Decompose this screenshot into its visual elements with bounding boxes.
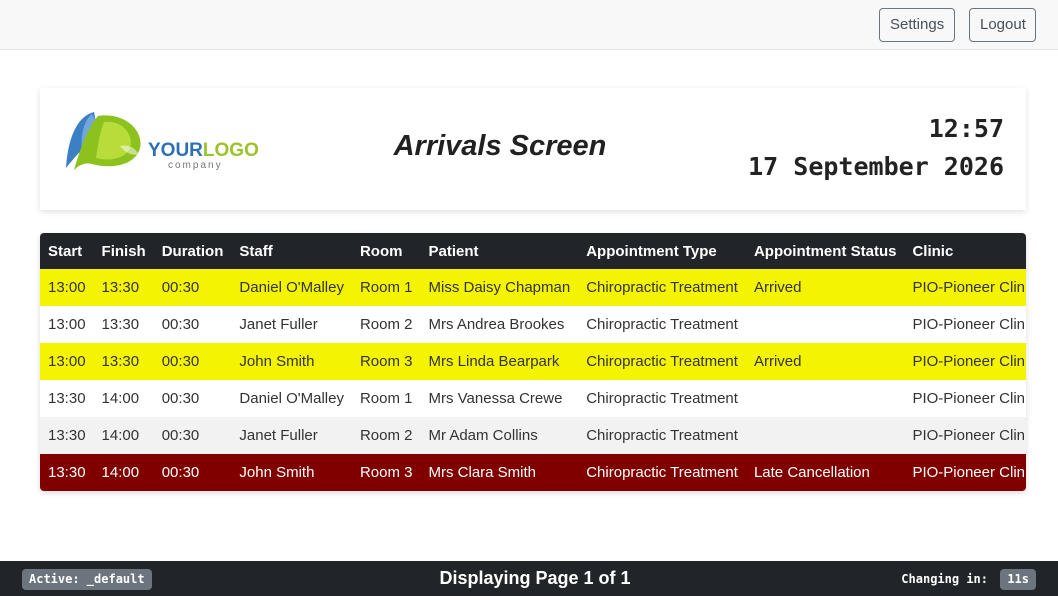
header-card: YOURLOGO company Arrivals Screen 12:57 1… <box>40 88 1026 210</box>
cell-start: 13:00 <box>48 316 86 333</box>
cell-type: Chiropractic Treatment <box>586 464 738 481</box>
clock-date: 17 September 2026 <box>748 152 1004 181</box>
cell-start: 13:00 <box>48 279 86 296</box>
cell-start: 13:00 <box>48 353 86 370</box>
cell-staff: Daniel O'Malley <box>239 279 344 296</box>
settings-button[interactable]: Settings <box>879 8 955 42</box>
page-title: Arrivals Screen <box>393 130 607 162</box>
cell-staff: Janet Fuller <box>239 427 318 444</box>
column-header: Room <box>359 242 403 260</box>
cell-room: Room 3 <box>359 464 413 481</box>
cell-type: Chiropractic Treatment <box>586 353 738 370</box>
cell-status: Arrived <box>753 353 802 370</box>
table-header-row: Start Finish Duration Staff Room Patient… <box>40 233 1026 269</box>
cell-room: Room 1 <box>359 279 413 296</box>
cell-status: Late Cancellation <box>753 464 870 481</box>
logo-subtitle: company <box>168 160 223 171</box>
cell-start: 13:30 <box>48 427 86 444</box>
table-row: 13:00 13:30 00:30 John Smith Room 3 Mrs … <box>40 343 1026 380</box>
cell-room: Room 3 <box>359 353 413 370</box>
cell-duration: 00:30 <box>161 279 200 296</box>
cell-patient: Mr Adam Collins <box>428 427 538 444</box>
clock-time: 12:57 <box>928 114 1004 143</box>
cell-patient: Miss Daisy Chapman <box>428 279 571 296</box>
cell-clinic: PIO-Pioneer Clinic <box>912 279 1026 296</box>
appointments-table: Start Finish Duration Staff Room Patient… <box>40 233 1026 491</box>
cell-type: Chiropractic Treatment <box>586 427 738 444</box>
cell-start: 13:30 <box>48 464 86 481</box>
cell-room: Room 1 <box>359 390 413 407</box>
cell-start: 13:30 <box>48 390 86 407</box>
top-navbar: Settings Logout <box>0 0 1058 50</box>
active-profile-badge: Active: _default <box>22 569 152 590</box>
changing-label: Changing in: <box>901 572 988 586</box>
table-row: 13:00 13:30 00:30 Daniel O'Malley Room 1… <box>40 269 1026 306</box>
cell-finish: 14:00 <box>101 464 140 481</box>
column-header: Duration <box>161 242 224 260</box>
cell-staff: Janet Fuller <box>239 316 318 333</box>
cell-staff: John Smith <box>239 464 315 481</box>
cell-status <box>746 380 905 417</box>
leaf-logo-icon <box>66 112 141 170</box>
cell-finish: 13:30 <box>101 353 140 370</box>
cell-duration: 00:30 <box>161 316 200 333</box>
cell-type: Chiropractic Treatment <box>586 316 738 333</box>
cell-clinic: PIO-Pioneer Clinic <box>912 427 1026 444</box>
cell-status <box>746 417 905 454</box>
cell-duration: 00:30 <box>161 353 200 370</box>
cell-staff: John Smith <box>239 353 315 370</box>
logo-wordmark: YOURLOGO <box>148 140 259 161</box>
cell-clinic: PIO-Pioneer Clinic <box>912 464 1026 481</box>
table-row: 13:30 14:00 00:30 John Smith Room 3 Mrs … <box>40 454 1026 491</box>
column-header: Patient <box>428 242 479 260</box>
logout-button[interactable]: Logout <box>969 8 1036 42</box>
cell-duration: 00:30 <box>161 464 200 481</box>
cell-staff: Daniel O'Malley <box>239 390 344 407</box>
cell-finish: 13:30 <box>101 316 140 333</box>
cell-room: Room 2 <box>359 316 413 333</box>
column-header: Appointment Status <box>753 242 897 260</box>
cell-patient: Mrs Clara Smith <box>428 464 537 481</box>
cell-status: Arrived <box>753 279 802 296</box>
cell-duration: 00:30 <box>161 427 200 444</box>
cell-patient: Mrs Linda Bearpark <box>428 353 560 370</box>
countdown-badge: 11s <box>1000 569 1036 590</box>
column-header: Appointment Type <box>586 242 717 260</box>
cell-duration: 00:30 <box>161 390 200 407</box>
cell-finish: 14:00 <box>101 427 140 444</box>
cell-finish: 14:00 <box>101 390 140 407</box>
table-row: 13:30 14:00 00:30 Janet Fuller Room 2 Mr… <box>40 417 1026 454</box>
cell-room: Room 2 <box>359 427 413 444</box>
cell-finish: 13:30 <box>101 279 140 296</box>
cell-clinic: PIO-Pioneer Clinic <box>912 353 1026 370</box>
footer-bar: Active: _default Displaying Page 1 of 1 … <box>0 561 1058 596</box>
column-header: Start <box>48 242 83 260</box>
cell-patient: Mrs Vanessa Crewe <box>428 390 563 407</box>
table-row: 13:00 13:30 00:30 Janet Fuller Room 2 Mr… <box>40 306 1026 343</box>
table-row: 13:30 14:00 00:30 Daniel O'Malley Room 1… <box>40 380 1026 417</box>
column-header: Staff <box>239 242 273 260</box>
company-logo: YOURLOGO company <box>64 106 264 176</box>
cell-type: Chiropractic Treatment <box>586 279 738 296</box>
page-indicator: Displaying Page 1 of 1 <box>439 568 631 588</box>
column-header: Finish <box>101 242 146 260</box>
cell-clinic: PIO-Pioneer Clinic <box>912 316 1026 333</box>
cell-clinic: PIO-Pioneer Clinic <box>912 390 1026 407</box>
cell-type: Chiropractic Treatment <box>586 390 738 407</box>
cell-status <box>746 306 905 343</box>
cell-patient: Mrs Andrea Brookes <box>428 316 565 333</box>
column-header: Clinic <box>912 242 954 260</box>
